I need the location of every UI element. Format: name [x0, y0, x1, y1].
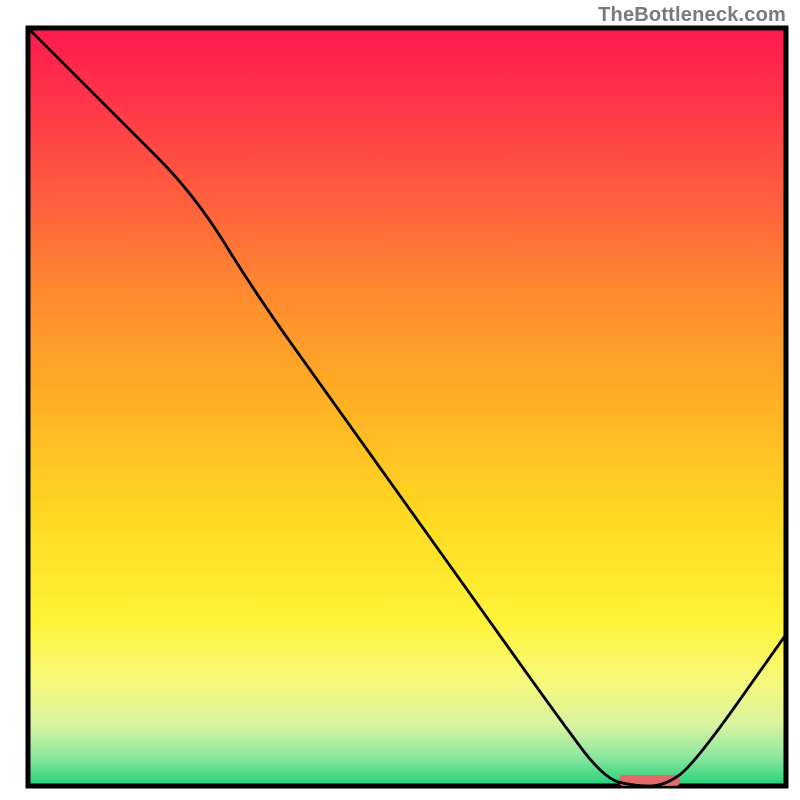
- bottleneck-curve-chart: [0, 0, 800, 800]
- watermark-text: TheBottleneck.com: [598, 4, 786, 27]
- chart-container: TheBottleneck.com: [0, 0, 800, 800]
